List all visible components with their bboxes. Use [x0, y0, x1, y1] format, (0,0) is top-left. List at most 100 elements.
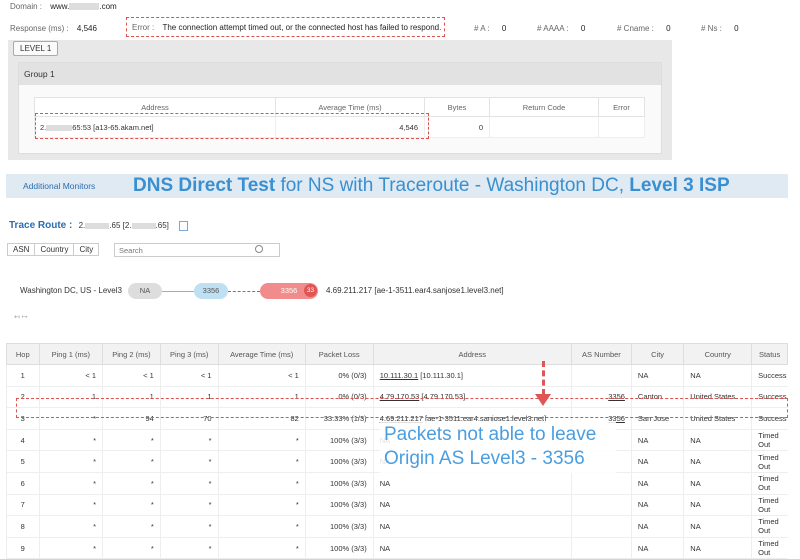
address-text: NA — [379, 521, 391, 531]
status-cell: Timed Out — [751, 494, 788, 517]
group-bytes-cell: 0 — [424, 116, 490, 138]
error-text: The connection attempt timed out, or the… — [162, 23, 442, 32]
tab-country[interactable]: Country — [34, 243, 75, 256]
loss-cell: 100% (3/3) — [304, 472, 374, 495]
avg-cell: * — [217, 494, 306, 517]
country-cell: NA — [683, 429, 752, 452]
additional-monitors-link[interactable]: Additional Monitors — [23, 181, 95, 191]
route-link-1 — [162, 291, 194, 292]
search-icon[interactable] — [255, 245, 263, 253]
collapse-icon[interactable]: ↤ ↦ — [14, 313, 28, 321]
traceroute-label: Trace Route : — [9, 220, 73, 231]
domain-label: Domain : — [10, 2, 43, 11]
ns-label: # Ns : — [701, 24, 722, 33]
hop3-highlight — [16, 398, 788, 418]
banner-title-mid: for NS with Traceroute - Washington DC, — [275, 175, 630, 196]
col-city: City — [630, 343, 685, 365]
loss-cell: 0% (0/3) — [304, 364, 374, 387]
table-row: 1 < 1 < 1 < 1 < 1 0% (0/3) 10.111.30.1 [10.111… — [6, 364, 788, 387]
tab-asn[interactable]: ASN — [7, 243, 36, 256]
country-cell: NA — [683, 537, 752, 559]
address-cell: NA — [372, 515, 572, 538]
level-1-button[interactable]: LEVEL 1 — [13, 41, 59, 56]
city-cell: NA — [630, 515, 684, 538]
ping1-cell: * — [38, 537, 103, 559]
tab-city[interactable]: City — [73, 243, 100, 256]
cname-record-count: # Cname : 0 — [617, 24, 671, 33]
col-status: Status — [751, 343, 788, 365]
route-node-3356-b[interactable]: 3356 33 — [260, 283, 318, 299]
banner-title-bold1: DNS Direct Test — [133, 175, 276, 196]
traceroute-value-mid: .65 [2. — [109, 221, 132, 230]
export-icon[interactable] — [179, 220, 189, 231]
hop-cell: 6 — [6, 472, 39, 495]
arrow-down-icon — [535, 394, 551, 406]
traceroute-value-prefix: 2. — [78, 221, 86, 230]
domain-value: www. — [50, 2, 70, 11]
col-hop: Hop — [6, 343, 40, 365]
loss-cell: 100% (3/3) — [304, 429, 374, 452]
col-ping3: Ping 3 (ms) — [159, 343, 219, 365]
city-cell: NA — [630, 364, 684, 387]
a-value: 0 — [501, 24, 507, 33]
ping1-cell: * — [38, 472, 103, 495]
domain-row: Domain : www. .com — [10, 2, 117, 11]
error-label: Error : — [132, 23, 155, 32]
address-text: NA — [379, 543, 391, 553]
status-cell: Timed Out — [751, 515, 788, 538]
asn-cell — [570, 537, 632, 559]
city-cell: NA — [630, 472, 684, 495]
address-text: [10.111.30.1] — [418, 370, 463, 380]
table-row: 9 * * * * 100% (3/3) NA NA NA Timed Out — [6, 537, 788, 559]
tr-redacted-2 — [131, 222, 156, 229]
asn-cell — [570, 515, 632, 538]
aaaa-value: 0 — [580, 24, 586, 33]
route-node-3356-b-label: 3356 — [280, 286, 298, 295]
col-loss: Packet Loss — [304, 343, 374, 365]
hop-cell: 5 — [6, 450, 39, 473]
route-node-badge: 33 — [304, 284, 317, 297]
col-bytes: Bytes — [424, 97, 490, 117]
route-link-2 — [228, 291, 260, 292]
route-origin: Washington DC, US - Level3 — [20, 286, 122, 295]
status-cell: Timed Out — [751, 450, 788, 473]
domain-redacted — [69, 3, 100, 11]
route-node-na[interactable]: NA — [128, 283, 162, 299]
city-cell: NA — [630, 429, 684, 452]
ping2-cell: * — [102, 472, 161, 495]
avg-cell: * — [217, 515, 306, 538]
address-text: NA — [379, 478, 391, 488]
ping3-cell: * — [159, 537, 219, 559]
ping3-cell: * — [159, 429, 219, 452]
avg-cell: * — [217, 472, 306, 495]
avg-cell: < 1 — [217, 364, 306, 387]
table-row: 8 * * * * 100% (3/3) NA NA NA Timed Out — [6, 515, 788, 538]
country-cell: NA — [683, 472, 752, 495]
ping2-cell: < 1 — [102, 364, 161, 387]
status-cell: Timed Out — [751, 537, 788, 559]
traceroute-header: Trace Route : 2. .65 [2. .65] — [9, 220, 189, 231]
city-cell: NA — [630, 494, 684, 517]
response-value: 4,546 — [76, 24, 97, 33]
hop-cell: 4 — [6, 429, 39, 452]
loss-cell: 100% (3/3) — [304, 450, 374, 473]
ping3-cell: * — [159, 494, 219, 517]
col-return-code: Return Code — [489, 97, 599, 117]
country-cell: NA — [683, 450, 752, 473]
address-link[interactable]: 10.111.30.1 — [380, 371, 419, 380]
aaaa-record-count: # AAAA : 0 — [537, 24, 585, 33]
hop-cell: 8 — [6, 515, 39, 538]
route-node-3356-a[interactable]: 3356 — [194, 283, 228, 299]
hop-cell: 1 — [6, 364, 39, 387]
col-asn: AS Number — [570, 343, 632, 365]
table-row: 7 * * * * 100% (3/3) NA NA NA Timed Out — [6, 494, 788, 517]
banner-title-bold2: Level 3 ISP — [629, 175, 730, 196]
ping2-cell: * — [102, 494, 161, 517]
col-country: Country — [683, 343, 753, 365]
annotation-line2: Origin AS Level3 - 3356 — [384, 448, 585, 469]
a-record-count: # A : 0 — [474, 24, 506, 33]
city-cell: NA — [630, 537, 684, 559]
hop-cell: 9 — [6, 537, 39, 559]
ping1-cell: * — [38, 450, 103, 473]
aaaa-label: # AAAA : — [537, 24, 569, 33]
